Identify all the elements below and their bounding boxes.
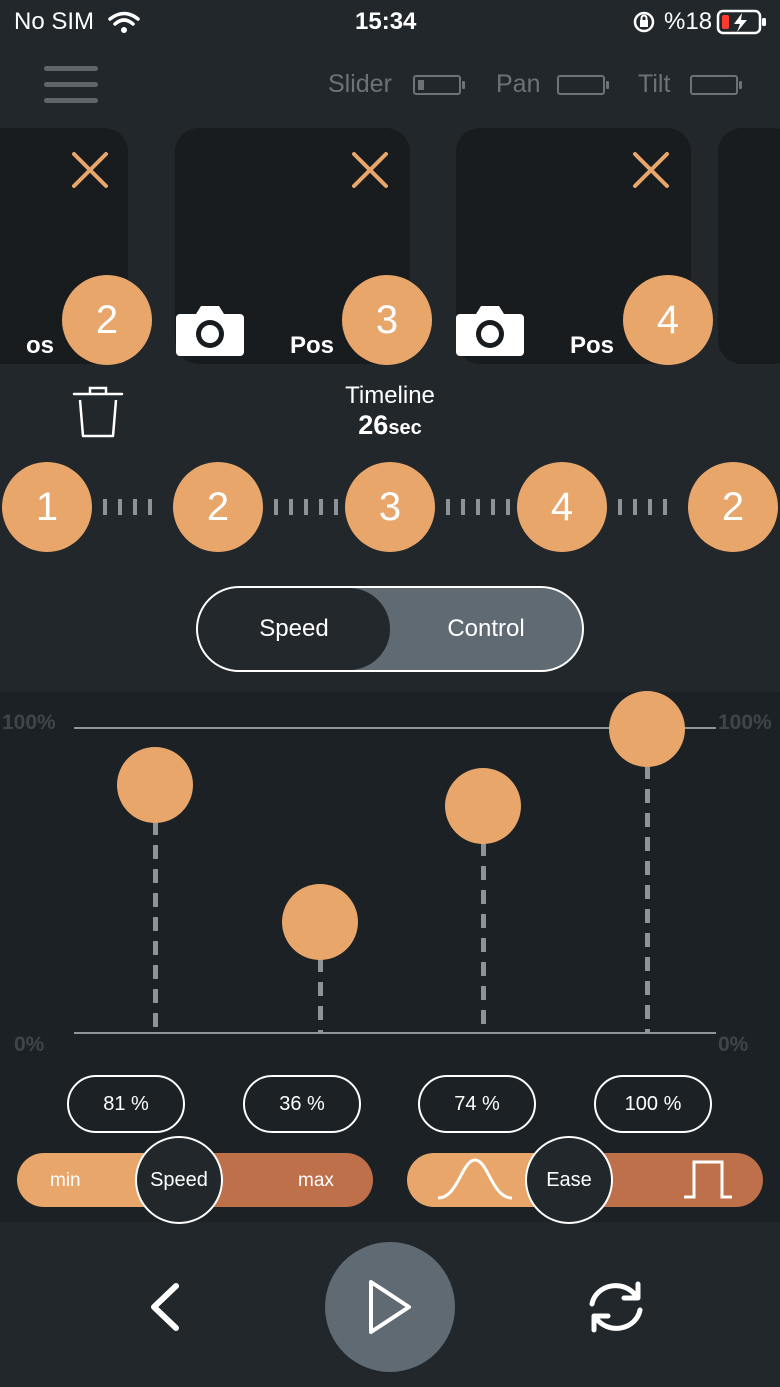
speed-stem <box>645 765 650 1032</box>
timeline-tick <box>274 499 278 515</box>
y-axis-max-left: 100% <box>2 711 56 734</box>
pan-label: Pan <box>496 70 541 98</box>
close-icon[interactable] <box>70 150 110 190</box>
card-pos-label: os <box>26 332 55 359</box>
tab-speed[interactable]: Speed <box>198 588 390 670</box>
timeline-tick <box>618 499 622 515</box>
speed-point-handle[interactable] <box>117 746 193 823</box>
play-icon <box>369 1280 411 1334</box>
speed-point-handle[interactable] <box>445 768 521 845</box>
close-icon[interactable] <box>631 150 671 190</box>
speed-chart-panel <box>0 692 780 1222</box>
slider-label: Slider <box>328 70 392 98</box>
card-pos-label: Pos <box>570 332 615 359</box>
timeline-tick <box>648 499 652 515</box>
timeline-node[interactable]: 3 <box>345 462 435 552</box>
close-icon[interactable] <box>350 150 390 190</box>
speed-point-handle[interactable] <box>282 884 358 961</box>
timeline-node[interactable]: 2 <box>688 462 778 552</box>
timeline-tick <box>304 499 308 515</box>
speed-value-pill[interactable]: 74 % <box>418 1075 536 1133</box>
keyframe-number[interactable]: 4 <box>623 275 713 365</box>
timeline-duration: 26sec <box>290 410 490 441</box>
y-axis-min-right: 0% <box>718 1033 749 1056</box>
tab-control[interactable]: Control <box>390 588 582 670</box>
y-axis-max-right: 100% <box>718 711 772 734</box>
back-icon[interactable] <box>144 1282 184 1332</box>
square-wave-icon <box>684 1160 732 1199</box>
rotation-lock-icon <box>633 11 655 33</box>
timeline-tick <box>663 499 667 515</box>
timeline-title: Timeline <box>345 382 435 409</box>
timeline-tick <box>476 499 480 515</box>
y-axis-min-left: 0% <box>14 1033 45 1056</box>
timeline-node[interactable]: 1 <box>2 462 92 552</box>
timeline-tick <box>491 499 495 515</box>
slider-battery-icon <box>413 75 465 95</box>
speed-point-handle[interactable] <box>609 691 685 767</box>
speed-stem <box>318 958 323 1032</box>
timeline-tick <box>334 499 338 515</box>
timeline-tick <box>133 499 137 515</box>
timeline-duration-value: 26 <box>358 410 389 440</box>
speed-value-pill[interactable]: 81 % <box>67 1075 185 1133</box>
tilt-label: Tilt <box>638 70 671 98</box>
speed-stem <box>153 820 158 1032</box>
speed-min-label: min <box>50 1170 81 1191</box>
speed-slider-knob[interactable]: Speed <box>135 1136 223 1224</box>
timeline-tick <box>148 499 152 515</box>
sync-icon[interactable] <box>584 1278 648 1336</box>
trash-icon[interactable] <box>72 384 124 440</box>
timeline-duration-unit: sec <box>388 417 422 439</box>
timeline-node[interactable]: 2 <box>173 462 263 552</box>
keyframe-number[interactable]: 2 <box>62 275 152 365</box>
timeline-tick <box>103 499 107 515</box>
pan-battery-icon <box>557 75 609 95</box>
chart-baseline <box>74 1032 716 1034</box>
card-pos-label: Pos <box>290 332 335 359</box>
timeline-tick <box>446 499 450 515</box>
menu-icon[interactable] <box>44 66 98 104</box>
timeline-tick <box>461 499 465 515</box>
speed-control-toggle[interactable]: Speed Control <box>196 586 584 672</box>
clock: 15:34 <box>355 8 417 35</box>
speed-value-pill[interactable]: 100 % <box>594 1075 712 1133</box>
speed-stem <box>481 842 486 1032</box>
play-button[interactable] <box>325 1242 455 1372</box>
tilt-battery-icon <box>690 75 742 95</box>
wifi-icon <box>108 11 140 33</box>
timeline-tick <box>633 499 637 515</box>
speed-value-pill[interactable]: 36 % <box>243 1075 361 1133</box>
timeline-node[interactable]: 4 <box>517 462 607 552</box>
carrier-label: No SIM <box>14 8 95 35</box>
keyframe-card[interactable] <box>718 128 780 364</box>
timeline-tick <box>506 499 510 515</box>
battery-charging-icon <box>716 9 766 35</box>
camera-icon[interactable] <box>454 302 526 358</box>
bell-curve-icon <box>437 1158 513 1200</box>
battery-percent: %18 <box>664 8 713 35</box>
timeline-tick <box>118 499 122 515</box>
speed-max-label: max <box>298 1170 334 1191</box>
camera-icon[interactable] <box>174 302 246 358</box>
timeline-tick <box>289 499 293 515</box>
ease-slider-knob[interactable]: Ease <box>525 1136 613 1224</box>
keyframe-number[interactable]: 3 <box>342 275 432 365</box>
timeline-tick <box>319 499 323 515</box>
